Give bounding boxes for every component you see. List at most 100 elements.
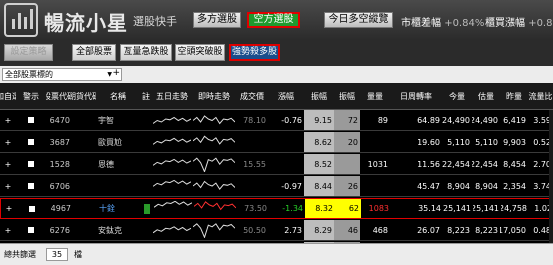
future-code [72,110,96,130]
checkbox-icon[interactable] [28,139,34,145]
today-overview-button[interactable]: 今日多空縱覽 [324,12,393,28]
alert-checkbox[interactable] [16,220,46,240]
add-to-watchlist-button[interactable]: + [0,176,16,196]
turnover-value: 45.47 [417,181,440,191]
future-code [72,220,96,240]
short-select-tab[interactable]: 空方選股 [247,12,300,28]
stock-name[interactable]: 宇智 [96,110,140,130]
col-fut[interactable]: 期貨代碼 [72,83,96,109]
col-turnover[interactable]: 日周轉率 [390,83,442,109]
five-day-sparkline [152,176,192,196]
table-header: 加自選 警示 股票代碼 期貨代碼 名稱 註 五日走勢 即時走勢 成交價 漲幅 振… [0,83,553,110]
turnover-value: 26.07 [417,225,440,235]
alert-checkbox[interactable] [16,176,46,196]
volume-value: 1031 [367,159,388,169]
col-name[interactable]: 名稱 [96,83,140,109]
stock-code: 6706 [49,181,70,191]
est-volume: 22,454 [472,159,498,169]
five-day-sparkline [153,199,193,218]
today-volume: 22,454 [442,159,470,169]
col-5day[interactable]: 五日走勢 [152,83,192,109]
all-stocks-button[interactable]: 全部股票 [72,44,116,61]
alert-checkbox[interactable] [16,154,46,174]
today-volume: 25,141 [443,204,471,213]
chevron-down-icon[interactable]: ▼ [107,69,112,80]
table-row[interactable]: +1528 恩德 15.55 8.52 1031 11.56 22,454 22,454 8,4… [0,154,553,175]
col-price[interactable]: 成交價 [236,83,268,109]
filter-total-unit: 檔 [74,250,82,259]
stock-name[interactable]: 十銓 [97,199,141,218]
stock-name[interactable] [96,176,140,196]
checkbox-icon[interactable] [28,227,34,233]
set-strategy-button[interactable]: 設定策略 [4,44,53,61]
stock-scope-value: 全部股票標的 [5,70,53,79]
add-to-watchlist-button[interactable]: + [0,220,16,240]
turnover-value: 11.56 [417,159,440,169]
col-yest[interactable]: 昨量 [500,83,528,109]
price-value [236,132,268,152]
volume-value: 468 [372,225,388,235]
col-ratio[interactable]: 流量比 [528,83,553,109]
change-value [268,132,304,152]
table-row[interactable]: +6470 宇智 78.10 -0.76 9.15 72 89 64.89 24,490 24,4… [0,110,553,131]
checkbox-icon[interactable] [28,161,34,167]
stock-name[interactable]: 安鈦克 [96,220,140,240]
intraday-sparkline [192,132,236,152]
table-row[interactable]: +6706 -0.97 8.44 26 45.47 8,904 8,904 2,354 3.74 [0,176,553,197]
amplitude-value: 8.44 [304,176,334,196]
amplitude-value: 8.62 [304,132,334,152]
app-window: 暢流小星 選股快手 多方選股 空方選股 今日多空縱覽 市櫃差幅 +0.84% 櫃… [0,0,553,265]
change-value: -0.76 [281,115,302,125]
short-break-button[interactable]: 空頭突破股 [175,44,225,61]
col-today[interactable]: 今量 [442,83,472,109]
add-icon[interactable]: + [112,68,120,79]
checkbox-icon[interactable] [28,117,34,123]
long-select-tab[interactable]: 多方選股 [193,12,241,28]
add-to-watchlist-button[interactable]: + [0,110,16,130]
five-day-sparkline [152,132,192,152]
stock-name[interactable]: 歐買尬 [96,132,140,152]
amplitude-value: 8.52 [304,154,334,174]
vertical-scrollbar[interactable] [549,110,553,243]
table-row[interactable]: +3687 歐買尬 8.62 20 19.60 5,110 5,110 9,903 0.52 [0,132,553,153]
col-add[interactable]: 加自選 [0,83,16,109]
stock-code: 6470 [49,115,70,125]
volume-drop-button[interactable]: 亙量急跌股 [120,44,172,61]
checkbox-icon[interactable] [28,183,34,189]
intraday-sparkline [192,220,236,240]
table-row[interactable]: +4967 十銓 73.50 -1.34 8.32 62 1083 35.14 25,141 25… [0,198,553,219]
alert-checkbox[interactable] [16,132,46,152]
table-row[interactable]: +6276 安鈦克 50.50 2.73 8.29 46 468 26.07 8,223 8,22… [0,220,553,241]
add-to-watchlist-button[interactable]: + [0,154,16,174]
col-chg[interactable]: 漲幅 [268,83,304,109]
col-est[interactable]: 估量 [472,83,500,109]
price-value [236,176,268,196]
alert-checkbox[interactable] [17,199,47,218]
future-code [73,199,97,218]
volume-value: 89 [377,115,388,125]
five-day-sparkline [152,220,192,240]
app-title: 暢流小星 [44,11,128,35]
strong-short-button[interactable]: 強勢殺多股 [229,44,280,61]
amplitude-rank: 26 [334,176,360,196]
add-to-watchlist-button[interactable]: + [1,199,17,218]
otc-index-label: 櫃買漲幅 [485,18,525,29]
col-amp2[interactable]: 振幅 [334,83,360,109]
add-to-watchlist-button[interactable]: + [0,132,16,152]
alert-checkbox[interactable] [16,110,46,130]
col-intraday[interactable]: 即時走勢 [192,83,236,109]
col-code[interactable]: 股票代碼 [46,83,72,109]
col-alert[interactable]: 警示 [16,83,46,109]
col-note[interactable]: 註 [140,83,152,109]
est-volume: 5,110 [475,137,498,147]
col-vol[interactable]: 量量 [360,83,390,109]
intraday-sparkline [192,110,236,130]
market-index: 市櫃差幅 +0.84% [401,14,484,29]
stock-name[interactable]: 恩德 [96,154,140,174]
stock-scope-select[interactable]: 全部股票標的 ▼ + [2,68,122,81]
price-value: 73.50 [244,204,267,213]
col-amp1[interactable]: 振幅 [304,83,334,109]
checkbox-icon[interactable] [29,205,35,212]
today-volume: 8,904 [447,181,470,191]
amplitude-rank [334,154,360,174]
